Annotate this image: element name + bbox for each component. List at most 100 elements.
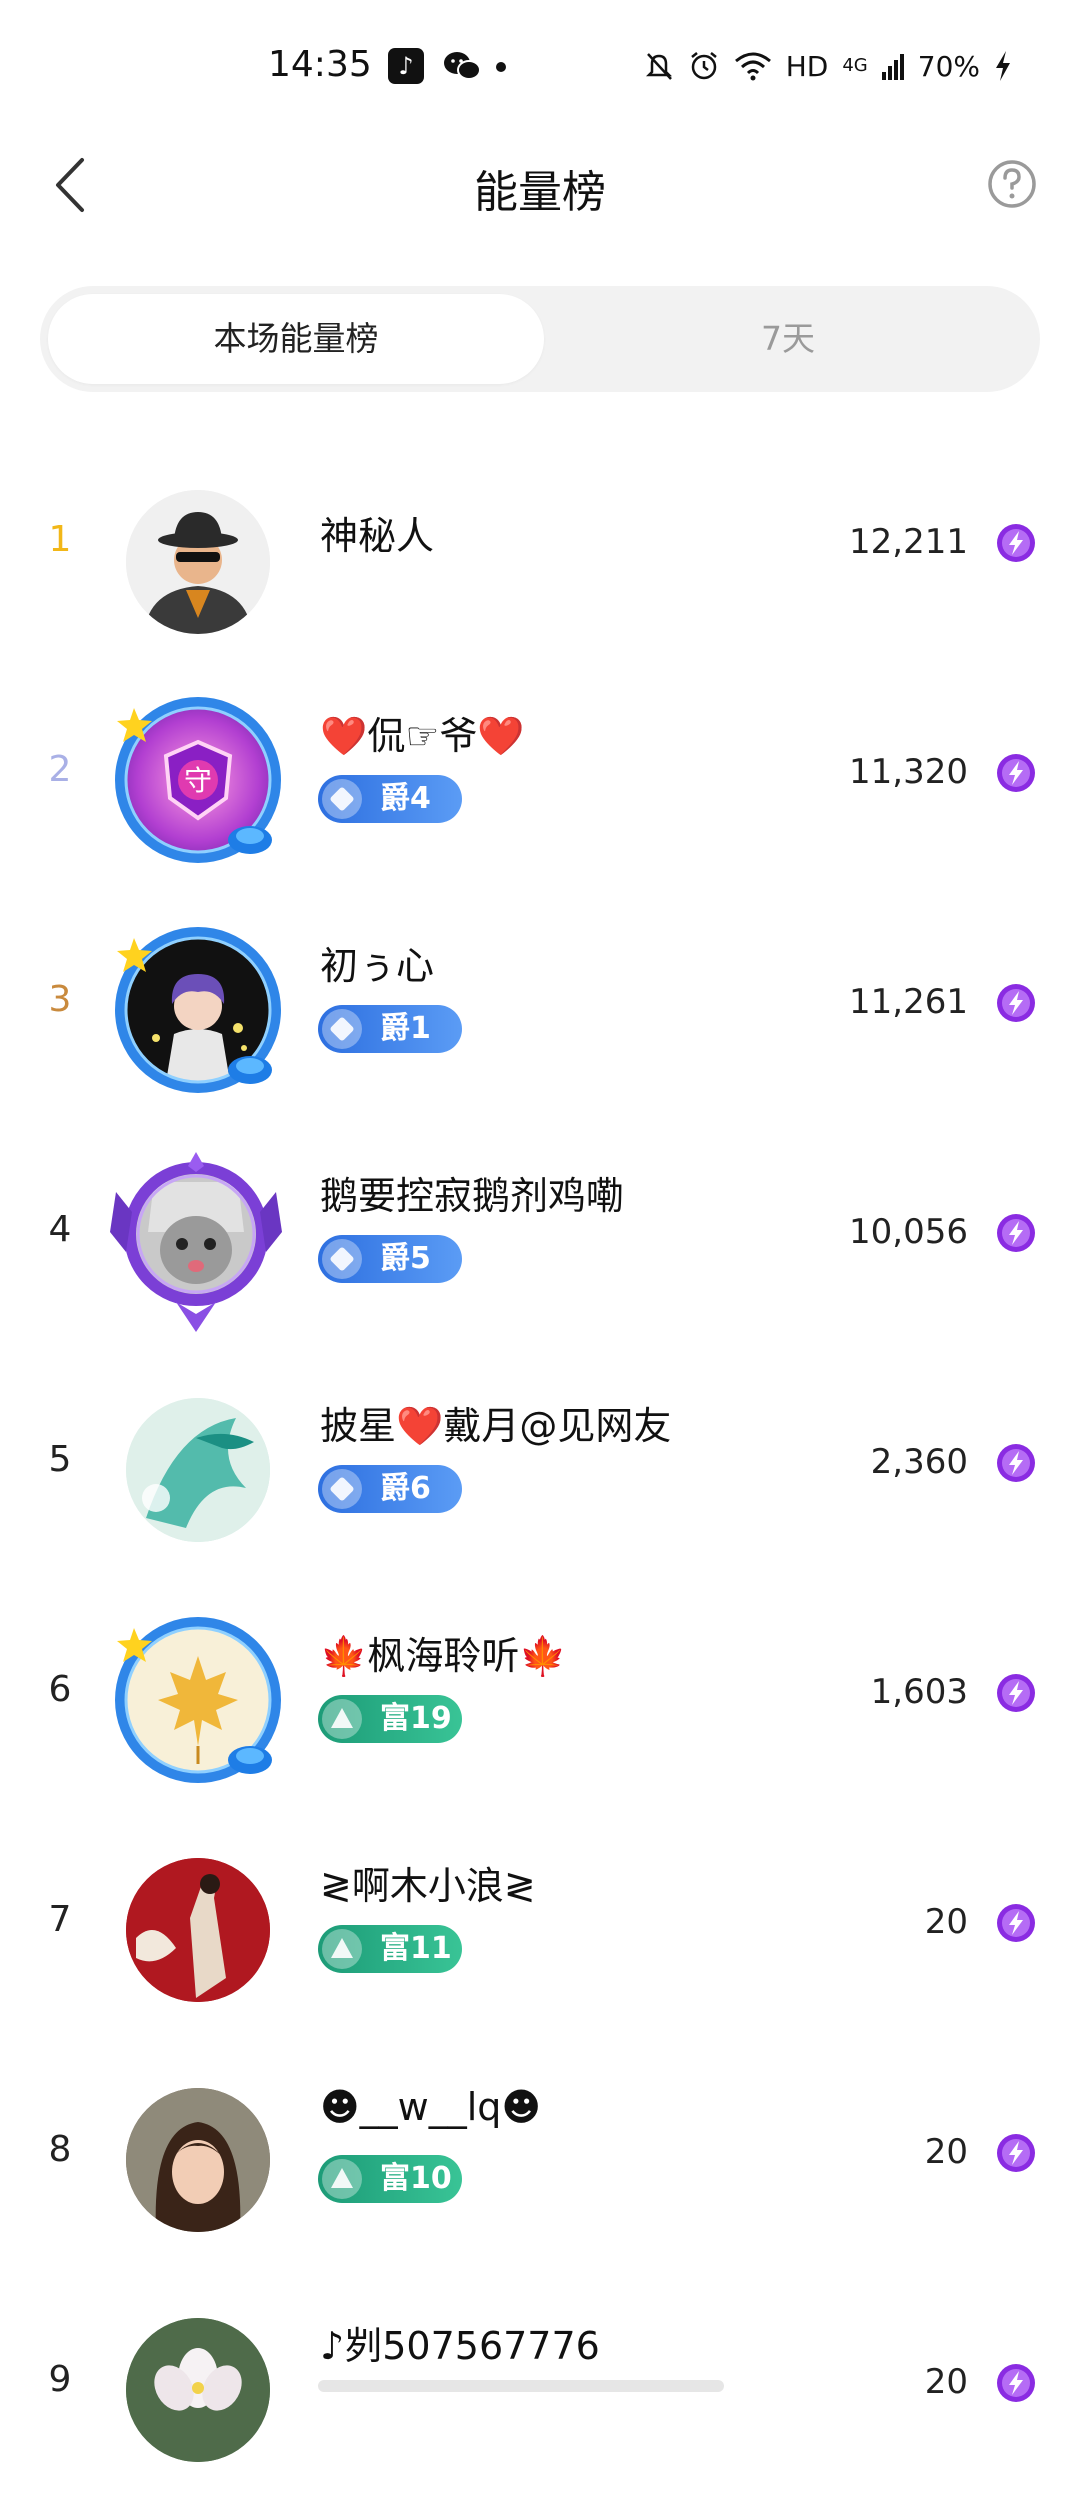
user-name: ☻__w__lq☻ [320, 2085, 541, 2129]
rank-number: 2 [48, 749, 72, 790]
badge-label: 爵4 [380, 781, 431, 816]
energy-lightning-icon [997, 2364, 1035, 2402]
rank-number: 6 [48, 1669, 72, 1710]
level-badge: 爵4 [318, 775, 462, 823]
svg-text:守: 守 [184, 764, 212, 797]
battery-level: 70% [917, 49, 980, 83]
energy-score: 20 [924, 1902, 968, 1942]
user-name: 初ぅ心 [320, 944, 435, 988]
hd-indicator: HD [785, 49, 829, 83]
level-badge: 爵1 [318, 1005, 462, 1053]
level-badge: 富11 [318, 1925, 462, 1973]
avatar-image [126, 2318, 270, 2462]
badge-label: 爵6 [380, 1471, 431, 1506]
energy-lightning-icon [997, 754, 1035, 792]
rank-number: 7 [48, 1899, 72, 1940]
avatar-image [126, 2088, 270, 2232]
ranking-tabs: 本场能量榜 7天 [40, 286, 1040, 392]
user-name: 🍁枫海聆听🍁 [320, 1634, 567, 1678]
avatar-image [126, 1628, 270, 1772]
wechat-notification-icon [444, 52, 481, 80]
user-name: 鹅要控寂鹅剂鸡嘞 [320, 1174, 625, 1218]
notification-dot [496, 62, 506, 72]
rank-number: 9 [48, 2359, 72, 2400]
avatar[interactable] [108, 920, 288, 1100]
girl-photo-icon [126, 2088, 270, 2232]
level-badge: 爵5 [318, 1235, 462, 1283]
energy-lightning-icon [997, 1904, 1035, 1942]
avatar-image [126, 1858, 270, 2002]
ranking-row[interactable]: 6 🍁枫海聆听🍁 富19 1,603 [0, 1590, 1080, 1820]
level-badge: 爵6 [318, 1465, 462, 1513]
user-name: ≷啊木小浪≷ [320, 1864, 536, 1908]
avatar-image [126, 490, 270, 634]
tab-current-session[interactable]: 本场能量榜 [48, 294, 544, 384]
help-button[interactable] [982, 154, 1042, 214]
avatar[interactable] [108, 1840, 288, 2020]
badge-label: 爵1 [380, 1011, 431, 1046]
badge-label: 爵5 [380, 1241, 431, 1276]
rank-number: 5 [48, 1439, 72, 1480]
noble-badge-icon [322, 779, 362, 819]
avatar[interactable] [108, 2300, 288, 2480]
user-name: 披星❤️戴月@见网友 [320, 1404, 672, 1448]
level-badge: 富19 [318, 1695, 462, 1743]
energy-score: 20 [924, 2362, 968, 2402]
wifi-icon [734, 52, 771, 81]
badge-placeholder [318, 2380, 724, 2392]
ranking-row[interactable]: 2 守 ❤️侃☞爷❤️ 爵4 11,320 [0, 670, 1080, 900]
energy-lightning-icon [997, 1444, 1035, 1482]
avatar[interactable] [108, 1380, 288, 1560]
badge-label: 富10 [380, 2161, 452, 2196]
page-title: 能量榜 [474, 167, 606, 218]
alarm-icon [690, 52, 717, 80]
charging-icon [996, 51, 1010, 81]
status-time: 14:35 [268, 44, 372, 85]
mystery-person-icon [126, 490, 270, 634]
mute-bell-icon [645, 53, 672, 80]
avatar[interactable]: 守 [108, 690, 288, 870]
wealth-badge-icon [322, 1929, 362, 1969]
signal-type: 4G [842, 55, 868, 76]
rank-number: 4 [48, 1209, 72, 1250]
status-bar: 14:35 ♪ HD 4G 70% [0, 0, 1080, 130]
avatar-image: 守 [126, 708, 270, 852]
ranking-row[interactable]: 1 神秘人 12,211 [0, 440, 1080, 670]
energy-lightning-icon [997, 984, 1035, 1022]
maple-leaf-photo-icon [126, 1628, 270, 1772]
page-header: 能量榜 [0, 130, 1080, 240]
anime-boy-icon [126, 938, 270, 1082]
ranking-row[interactable]: 3 初ぅ心 爵1 11,261 [0, 900, 1080, 1130]
energy-score: 11,261 [849, 982, 968, 1022]
rank-number: 8 [48, 2129, 72, 2170]
noble-badge-icon [322, 1239, 362, 1279]
avatar[interactable] [108, 2070, 288, 2250]
energy-score: 11,320 [849, 752, 968, 792]
ranking-row[interactable]: 4 鹅要控寂鹅剂鸡嘞 爵5 10,056 [0, 1130, 1080, 1360]
energy-lightning-icon [997, 1674, 1035, 1712]
avatar[interactable] [96, 1142, 296, 1342]
user-name: ❤️侃☞爷❤️ [320, 714, 525, 758]
energy-lightning-icon [997, 1214, 1035, 1252]
wealth-badge-icon [322, 1699, 362, 1739]
energy-lightning-icon [997, 524, 1035, 562]
ranking-row[interactable]: 5 披星❤️戴月@见网友 爵6 2,360 [0, 1360, 1080, 1590]
avatar[interactable] [108, 472, 288, 652]
energy-score: 10,056 [849, 1212, 968, 1252]
avatar[interactable] [108, 1610, 288, 1790]
tab-7-days[interactable]: 7天 [540, 294, 1036, 384]
avatar-image [126, 938, 270, 1082]
signal-bars-icon [881, 54, 904, 80]
avatar-image [126, 1398, 270, 1542]
ranking-row[interactable]: 9 ♪刿507567776 20 [0, 2280, 1080, 2510]
user-name: ♪刿507567776 [320, 2324, 600, 2368]
noble-badge-icon [322, 1009, 362, 1049]
ranking-row[interactable]: 8 ☻__w__lq☻ 富10 20 [0, 2050, 1080, 2280]
energy-score: 12,211 [849, 522, 968, 562]
red-dress-photo-icon [126, 1858, 270, 2002]
lotus-photo-icon [126, 2318, 270, 2462]
dragon-art-icon [126, 1398, 270, 1542]
level-badge: 富10 [318, 2155, 462, 2203]
energy-lightning-icon [997, 2134, 1035, 2172]
ranking-row[interactable]: 7 ≷啊木小浪≷ 富11 20 [0, 1820, 1080, 2050]
